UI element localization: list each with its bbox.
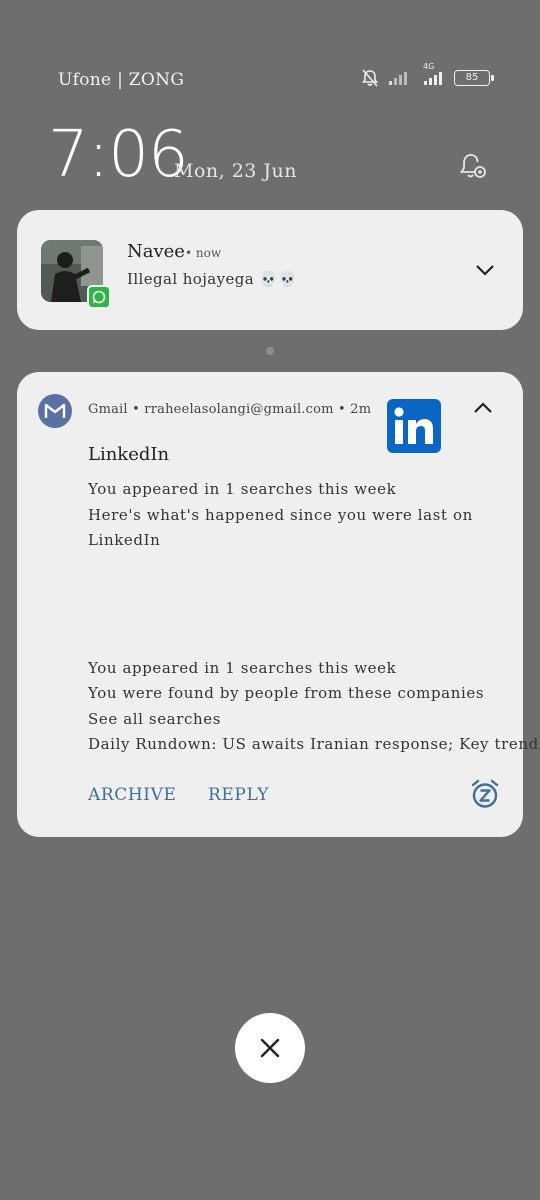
status-bar: Ufone | ZONG 4G 85 (0, 62, 540, 98)
pager-dot (266, 347, 274, 355)
reply-button[interactable]: REPLY (208, 785, 269, 805)
battery-icon: 85 (454, 70, 494, 86)
signal-icon (389, 72, 407, 85)
close-icon (260, 1038, 280, 1058)
snooze-button[interactable] (469, 778, 501, 810)
gmail-notification[interactable]: Gmail • rraheelasolangi@gmail.com • 2m L… (17, 372, 540, 837)
expand-button[interactable] (471, 256, 499, 284)
network-type: 4G (423, 62, 435, 71)
email-line: You appeared in 1 searches this week (88, 659, 397, 677)
lockscreen-time: 7:06 (48, 118, 189, 192)
collapse-button[interactable] (469, 394, 497, 422)
email-line: You appeared in 1 searches this week (88, 480, 397, 498)
status-icons: 4G 85 (360, 62, 494, 88)
archive-button[interactable]: ARCHIVE (88, 785, 177, 805)
email-line: LinkedIn (88, 531, 161, 549)
whatsapp-notification[interactable]: Navee • now Illegal hojayega 💀💀 (17, 210, 523, 330)
notification-settings-icon (459, 154, 486, 178)
chevron-down-icon (476, 265, 494, 276)
email-line: You were found by people from these comp… (88, 684, 485, 702)
notification-message: Illegal hojayega 💀💀 (127, 270, 298, 288)
email-line: See all searches (88, 710, 222, 728)
lockscreen-date: Mon, 23 Jun (174, 160, 298, 182)
snooze-icon (471, 779, 499, 808)
email-subject: LinkedIn (88, 444, 170, 465)
chevron-up-icon (474, 402, 492, 413)
bell-muted-icon (361, 69, 379, 87)
signal-4g: 4G (420, 62, 446, 86)
carrier-label: Ufone | ZONG (58, 70, 185, 90)
linkedin-logo (387, 399, 441, 453)
clear-notifications-button[interactable] (235, 1013, 305, 1083)
whatsapp-icon (87, 285, 111, 309)
notification-sender: Navee (127, 241, 185, 262)
signal-4g-icon (424, 72, 442, 85)
email-line: Daily Rundown: US awaits Iranian respons… (88, 735, 540, 753)
notification-time: • now (185, 246, 222, 260)
notification-settings-button[interactable] (456, 150, 490, 184)
email-line: Here's what's happened since you were la… (88, 506, 473, 524)
notification-header: Gmail • rraheelasolangi@gmail.com • 2m (88, 402, 372, 417)
gmail-icon (38, 394, 72, 428)
battery-level: 85 (465, 72, 479, 83)
